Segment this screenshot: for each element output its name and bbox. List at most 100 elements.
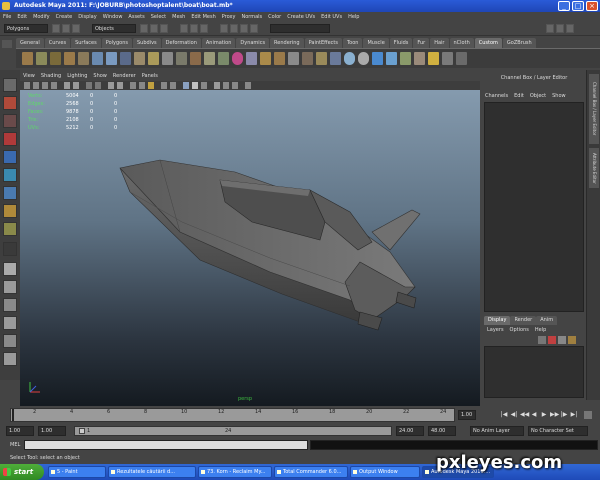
shelf-tool-icon[interactable] [106,52,117,65]
shelf-tool-icon[interactable] [344,52,355,65]
tool-settings-toggle-icon[interactable] [556,24,564,33]
taskbar-item-paint[interactable]: 5 - Paint [48,466,106,478]
close-button[interactable]: × [586,1,598,11]
shelf-tool-icon[interactable] [428,52,439,65]
shelf-tool-icon[interactable] [330,52,341,65]
character-set-dropdown[interactable]: No Character Set [528,426,588,436]
taskbar-item-browser[interactable]: Rezultatele căutării d... [108,466,196,478]
animation-start-field[interactable]: 1.00 [6,426,34,436]
shelf-tool-icon[interactable] [246,52,257,65]
mel-command-input[interactable] [24,440,308,450]
shelf-tool-icon[interactable] [400,52,411,65]
ipr-render-icon[interactable] [240,24,248,33]
shelf-tool-icon[interactable] [148,52,159,65]
render-view-icon[interactable] [220,24,228,33]
shelf-tool-icon[interactable] [288,52,299,65]
shelf-tab-ncloth[interactable]: nCloth [449,38,474,48]
render-icon[interactable] [230,24,238,33]
cb-menu-channels[interactable]: Channels [482,92,511,100]
component-mode-icon[interactable] [160,24,168,33]
persp-graph-outliner-layout-icon[interactable] [3,352,17,366]
side-tab-channel-box[interactable]: Channel Box / Layer Editor [589,74,599,144]
shelf-tool-icon[interactable] [120,52,131,65]
shelf-tab-hair[interactable]: Hair [430,38,449,48]
taskbar-item-total-commander[interactable]: Total Commander 6.0... [274,466,348,478]
maya-app-icon[interactable] [2,2,10,10]
shelf-tab-polygons[interactable]: Polygons [101,38,132,48]
go-to-end-button[interactable]: ▶| [570,411,578,419]
layer-menu-help[interactable]: Help [532,326,549,334]
render-settings-icon[interactable] [250,24,258,33]
channel-box-area[interactable] [484,102,584,312]
rotate-tool-icon[interactable] [3,150,17,164]
shelf-tool-icon[interactable] [442,52,453,65]
persp-outliner-layout-icon[interactable] [3,298,17,312]
show-manipulator-icon[interactable] [3,222,17,236]
play-backwards-button[interactable]: ◀ [530,411,538,419]
menu-assets[interactable]: Assets [125,12,147,22]
shelf-tab-curves[interactable]: Curves [44,38,71,48]
animation-end-field[interactable]: 48.00 [428,426,456,436]
soft-modification-icon[interactable] [3,204,17,218]
shelf-tool-icon[interactable] [22,52,33,65]
anim-layer-dropdown[interactable]: No Anim Layer [470,426,524,436]
menu-edit-uvs[interactable]: Edit UVs [318,12,345,22]
shelf-tool-icon[interactable] [260,52,271,65]
four-view-layout-icon[interactable] [3,280,17,294]
menu-display[interactable]: Display [75,12,99,22]
current-time-marker[interactable] [12,409,14,421]
menu-set-dropdown[interactable]: Polygons [4,24,48,33]
menu-color[interactable]: Color [265,12,284,22]
animation-preferences-icon[interactable] [584,411,592,419]
shelf-tab-fur[interactable]: Fur [413,38,430,48]
shelf-tab-deformation[interactable]: Deformation [161,38,201,48]
menu-modify[interactable]: Modify [30,12,53,22]
snap-point-icon[interactable] [200,24,208,33]
cb-menu-object[interactable]: Object [527,92,549,100]
shelf-tool-icon[interactable] [92,52,103,65]
attribute-editor-toggle-icon[interactable] [546,24,554,33]
layer-list-area[interactable] [484,346,584,398]
maximize-button[interactable]: □ [572,1,584,11]
play-forwards-button[interactable]: ▶ [540,411,548,419]
shelf-tool-icon[interactable] [64,52,75,65]
shelf-tool-icon[interactable] [302,52,313,65]
menu-select[interactable]: Select [148,12,169,22]
last-tool-icon[interactable] [3,242,17,256]
persp-graph-layout-icon[interactable] [3,316,17,330]
new-layer-selected-icon[interactable] [548,336,556,344]
menu-mesh[interactable]: Mesh [169,12,188,22]
layer-options-icon[interactable] [568,336,576,344]
shelf-tool-icon[interactable] [316,52,327,65]
mel-label[interactable]: MEL [10,440,20,450]
shelf-tool-icon[interactable] [372,52,383,65]
shelf-tab-custom[interactable]: Custom [474,38,502,48]
shelf-tool-icon[interactable] [414,52,425,65]
scale-tool-icon[interactable] [3,168,17,182]
shelf-tab-general[interactable]: General [16,38,44,48]
step-back-key-button[interactable]: ◀| [510,411,518,419]
menu-normals[interactable]: Normals [238,12,265,22]
taskbar-item-music[interactable]: 73. Korn - Reclaim My... [198,466,272,478]
persp-hypershade-layout-icon[interactable] [3,334,17,348]
shelf-tab-muscle[interactable]: Muscle [363,38,389,48]
playback-range-bar[interactable]: 1 24 [74,426,392,436]
layer-tab-anim[interactable]: Anim [536,316,558,325]
step-forward-frame-button[interactable]: ▶▶ [550,411,559,419]
shelf-tool-icon[interactable] [162,52,173,65]
snap-curve-icon[interactable] [190,24,198,33]
shelf-tab-subdivs[interactable]: Subdivs [133,38,161,48]
layer-menu-layers[interactable]: Layers [484,326,507,334]
shelf-tool-icon[interactable] [358,52,369,65]
layer-menu-options[interactable]: Options [507,326,532,334]
shelf-tool-icon[interactable] [204,52,215,65]
playback-start-field[interactable]: 1.00 [38,426,66,436]
shelf-tab-painteffects[interactable]: PaintEffects [304,38,342,48]
shelf-tab-gozbrush[interactable]: GoZBrush [502,38,536,48]
range-start-handle[interactable] [79,428,85,434]
step-forward-key-button[interactable]: |▶ [560,411,568,419]
cb-menu-show[interactable]: Show [549,92,569,100]
layer-tab-display[interactable]: Display [484,316,511,325]
shelf-tool-icon[interactable] [218,52,229,65]
menu-create-uvs[interactable]: Create UVs [284,12,318,22]
